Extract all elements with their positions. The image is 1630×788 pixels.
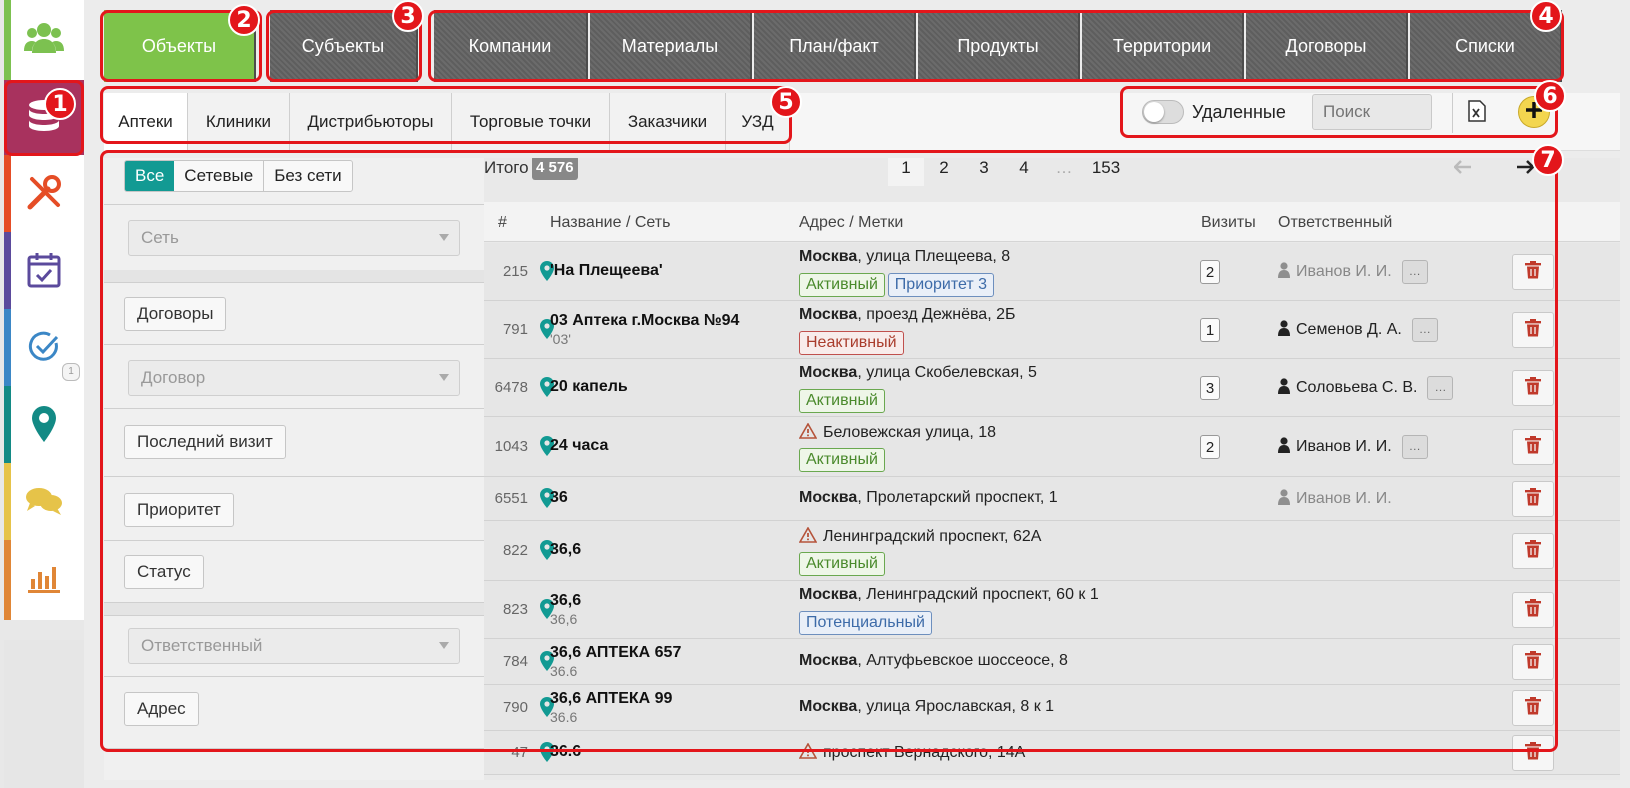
chat-icon (25, 486, 63, 520)
sidebar-accent (4, 386, 11, 466)
annotation-badge-4: 4 (1530, 0, 1562, 32)
small-count-badge: 1 (62, 363, 80, 381)
tools-icon (26, 175, 62, 215)
sidebar-accent (4, 540, 11, 620)
annotation-badge-7: 7 (1532, 144, 1564, 176)
sidebar-item-calendar[interactable] (4, 232, 84, 312)
sidebar-item-tasks[interactable]: 1 (4, 309, 84, 389)
sidebar-item-reports[interactable] (4, 540, 84, 620)
sidebar-accent (4, 232, 11, 312)
sidebar-item-map[interactable] (4, 386, 84, 466)
check-circle-icon (28, 331, 60, 367)
annotation-box-5 (100, 86, 792, 144)
calendar-check-icon (27, 252, 61, 292)
users-icon (24, 21, 64, 59)
map-pin-icon (31, 405, 57, 447)
annotation-box-1 (4, 80, 84, 156)
sidebar-accent (4, 0, 11, 80)
annotation-box-4 (428, 10, 1564, 82)
annotation-badge-1: 1 (44, 88, 76, 120)
annotation-box-7 (100, 150, 1558, 752)
annotation-badge-3: 3 (392, 0, 424, 32)
sidebar-filler (4, 640, 84, 788)
sidebar-accent (4, 155, 11, 235)
sidebar-item-tools[interactable] (4, 155, 84, 235)
annotation-box-6 (1120, 86, 1558, 138)
annotation-badge-2: 2 (228, 4, 260, 36)
bar-chart-icon (27, 563, 61, 597)
sidebar-accent (4, 309, 11, 389)
annotation-badge-5: 5 (770, 86, 802, 118)
sidebar-accent (4, 463, 11, 543)
annotation-badge-6: 6 (1534, 80, 1566, 112)
sidebar-item-chat[interactable] (4, 463, 84, 543)
sidebar-item-users[interactable] (4, 0, 84, 80)
